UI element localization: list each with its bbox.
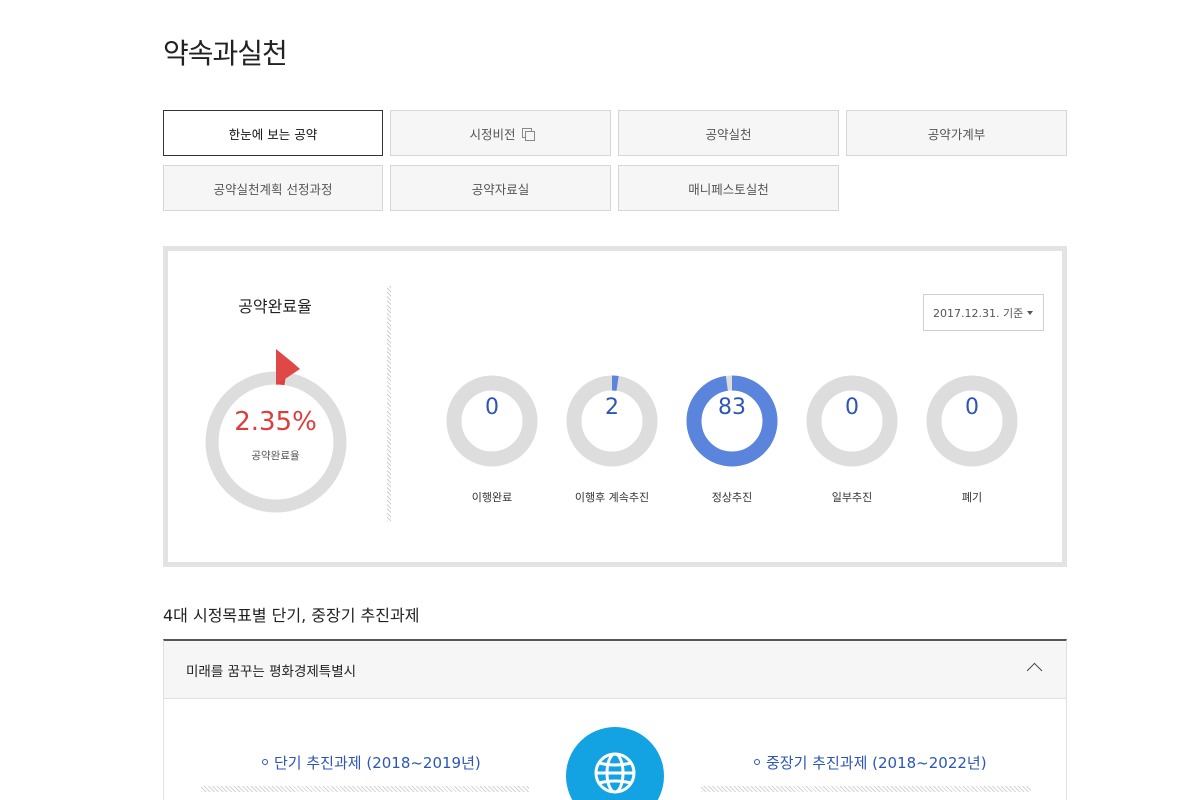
status-label: 폐기 [961, 491, 983, 504]
tab-label: 시정비전 [469, 126, 516, 142]
status-count: 0 [485, 395, 499, 420]
long-term-label: 중장기 추진과제 (2018~2022년) [766, 754, 987, 772]
date-select[interactable]: 2017.12.31. 기준 [923, 294, 1044, 331]
tab-label: 공약실천 [705, 126, 752, 142]
date-select-value: 2017.12.31. 기준 [933, 306, 1024, 320]
short-term-heading: 단기 추진과제 (2018~2019년) [262, 752, 481, 773]
status-label: 이행완료 [471, 491, 513, 504]
accordion-header[interactable]: 미래를 꿈꾸는 평화경제특별시 [164, 641, 1066, 699]
chevron-up-icon[interactable] [1026, 662, 1043, 679]
tab-label: 공약가계부 [927, 126, 986, 142]
status-label: 이행후 계속추진 [574, 491, 650, 504]
donut-ring [446, 375, 538, 467]
long-term-heading: 중장기 추진과제 (2018~2022년) [754, 752, 987, 773]
donut-ring [926, 375, 1018, 467]
section-title: 4대 시정목표별 단기, 중장기 추진과제 [163, 606, 420, 625]
completion-rate-value: 2.35% [234, 407, 317, 437]
donut-ring [686, 375, 778, 467]
completion-stats-panel: 공약완료율 2.35% 공약완료율 2017.12.31. 기준 0 이행완료 … [163, 246, 1067, 567]
status-donut-partial: 0 일부추진 [802, 365, 902, 504]
tab-vision[interactable]: 시정비전 [390, 110, 611, 156]
accordion-title: 미래를 꿈꾸는 평화경제특별시 [186, 663, 357, 680]
page-title: 약속과실천 [163, 37, 288, 70]
goal-accordion: 미래를 꿈꾸는 평화경제특별시 단기 추진과제 (2018~2019년) 중장기… [163, 639, 1067, 800]
tab-label: 공약자료실 [471, 181, 530, 197]
tab-label: 한눈에 보는 공약 [228, 126, 318, 142]
tab-label: 공약실천계획 선정과정 [213, 181, 333, 197]
bullet-icon [262, 758, 268, 765]
tab-archive[interactable]: 공약자료실 [390, 165, 611, 211]
bullet-icon [754, 758, 760, 765]
tab-manifesto[interactable]: 매니페스토실천 [618, 165, 839, 211]
completion-title: 공약완료율 [238, 297, 312, 316]
caret-down-icon [1027, 311, 1033, 315]
status-label: 정상추진 [711, 491, 753, 504]
status-donut-continued: 2 이행후 계속추진 [562, 365, 662, 504]
donut-ring [566, 375, 658, 467]
status-donut-discarded: 0 폐기 [922, 365, 1022, 504]
completion-rate-label: 공약완료율 [251, 450, 300, 462]
short-term-divider [201, 786, 529, 792]
panel-divider [387, 286, 391, 522]
donut-ring [806, 375, 898, 467]
globe-icon [566, 727, 664, 800]
status-count: 0 [965, 395, 979, 420]
status-count: 83 [718, 395, 746, 420]
status-count: 0 [845, 395, 859, 420]
status-label: 일부추진 [831, 491, 873, 504]
status-count: 2 [605, 395, 619, 420]
external-window-icon [521, 128, 535, 141]
tab-label: 매니페스토실천 [688, 181, 769, 197]
tab-overview[interactable]: 한눈에 보는 공약 [163, 110, 383, 156]
tab-practice[interactable]: 공약실천 [618, 110, 839, 156]
tab-budget[interactable]: 공약가계부 [846, 110, 1067, 156]
status-donut-completed: 0 이행완료 [442, 365, 542, 504]
short-term-label: 단기 추진과제 (2018~2019년) [274, 754, 481, 772]
status-donut-normal: 83 정상추진 [682, 365, 782, 504]
long-term-divider [701, 786, 1031, 792]
tab-selection-process[interactable]: 공약실천계획 선정과정 [163, 165, 383, 211]
